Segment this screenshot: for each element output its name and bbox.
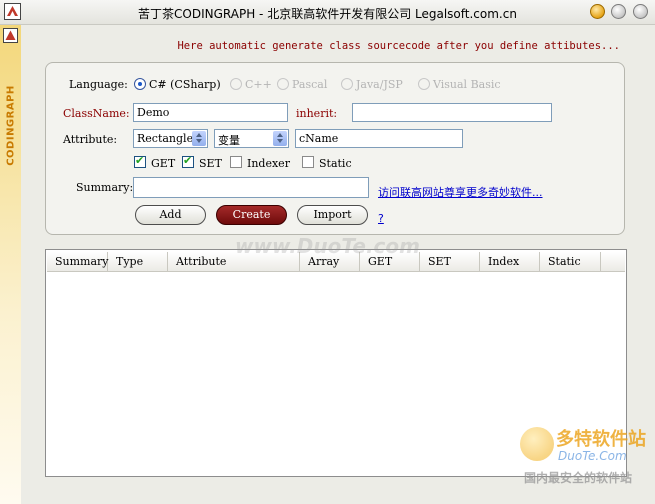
indexer-label: Indexer <box>247 157 290 170</box>
get-checkbox[interactable] <box>134 154 146 168</box>
watermark-slogan: 国内最安全的软件站 <box>524 471 633 485</box>
minimize-button[interactable] <box>590 4 605 19</box>
add-button[interactable]: Add <box>135 205 206 225</box>
radio-cpp[interactable] <box>230 78 242 90</box>
title-bar: 苦丁茶CODINGRAPH - 北京联高软件开发有限公司 Legalsoft.c… <box>0 0 655 25</box>
watermark-site: DuoTe.Com <box>558 449 627 463</box>
watermark-brand: 多特软件站 <box>556 429 646 450</box>
set-label: SET <box>199 157 222 170</box>
get-label: GET <box>151 157 176 170</box>
language-label: Language: <box>69 78 128 91</box>
corner-watermark: 多特软件站 DuoTe.Com 国内最安全的软件站 <box>520 425 650 495</box>
window-title: 苦丁茶CODINGRAPH - 北京联高软件开发有限公司 Legalsoft.c… <box>138 7 517 21</box>
center-watermark: www.DuoTe.com <box>235 234 420 258</box>
radio-java-label: Java/JSP <box>356 78 403 91</box>
hint-text: Here automatic generate class sourcecode… <box>177 40 620 52</box>
static-checkbox[interactable] <box>302 156 314 168</box>
radio-csharp[interactable] <box>134 78 146 90</box>
attribute-type-value: Rectangle <box>137 132 194 145</box>
radio-cpp-label: C++ <box>245 78 272 91</box>
radio-java[interactable] <box>341 78 353 90</box>
radio-csharp-label: C# (CSharp) <box>149 78 221 91</box>
sidebar-brand: CODINGRAPH <box>5 85 17 166</box>
maximize-button[interactable] <box>611 4 626 19</box>
close-button[interactable] <box>633 4 648 19</box>
summary-input[interactable] <box>133 177 369 198</box>
attribute-kind-select[interactable]: 变量 <box>214 129 289 148</box>
radio-pascal[interactable] <box>277 78 289 90</box>
radio-vb[interactable] <box>418 78 430 90</box>
radio-vb-label: Visual Basic <box>433 78 501 91</box>
import-button[interactable]: Import <box>297 205 368 225</box>
dropdown-arrow-icon[interactable] <box>192 131 206 146</box>
attribute-kind-value: 变量 <box>218 134 240 147</box>
attribute-label: Attribute: <box>63 133 118 146</box>
inherit-label: inherit: <box>296 107 338 120</box>
help-link[interactable]: ? <box>378 212 384 225</box>
classname-input[interactable] <box>133 103 288 122</box>
create-button[interactable]: Create <box>216 205 287 225</box>
mascot-icon <box>520 427 554 461</box>
indexer-checkbox[interactable] <box>230 156 242 168</box>
dropdown-arrow-icon[interactable] <box>273 131 287 146</box>
inherit-input[interactable] <box>352 103 552 122</box>
attribute-type-select[interactable]: Rectangle <box>133 129 208 148</box>
static-label: Static <box>319 157 352 170</box>
classname-label: ClassName: <box>63 107 130 120</box>
sidebar: CODINGRAPH <box>0 25 21 504</box>
attribute-name-input[interactable] <box>295 129 463 148</box>
summary-label: Summary: <box>76 181 134 194</box>
visit-website-link[interactable]: 访问联高网站尊享更多奇妙软件... <box>378 184 543 200</box>
set-checkbox[interactable] <box>182 154 194 168</box>
radio-pascal-label: Pascal <box>292 78 328 91</box>
